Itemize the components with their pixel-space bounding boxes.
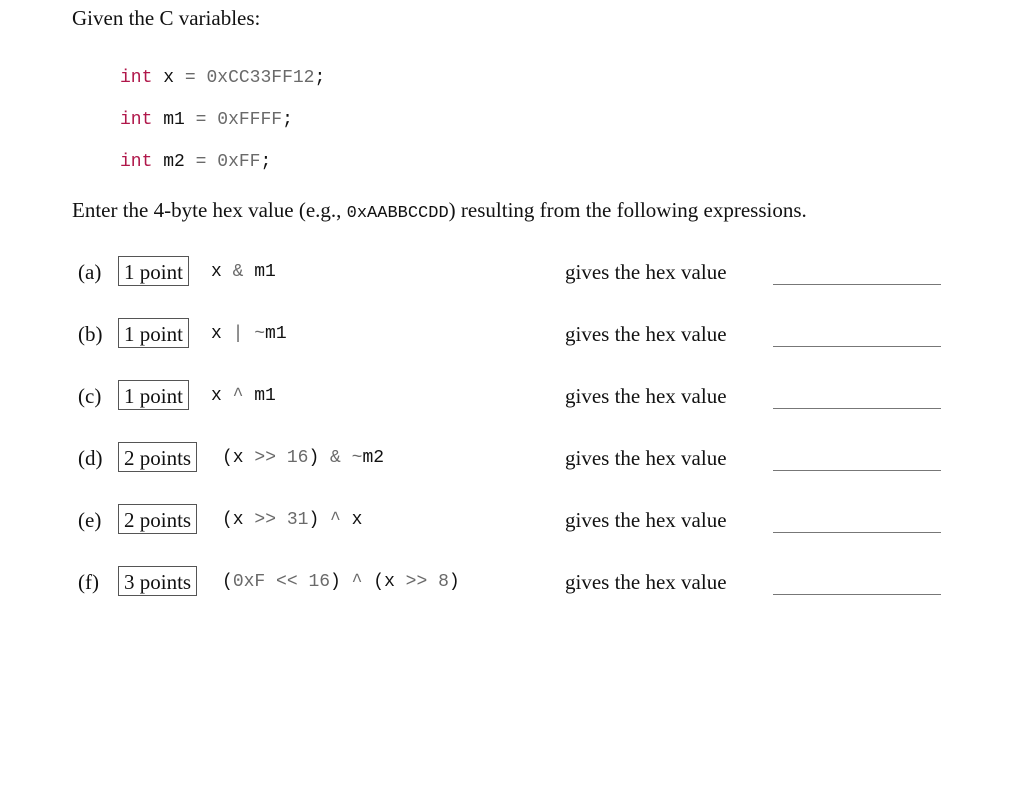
answer-input[interactable]	[773, 406, 941, 409]
decl-name: x	[163, 68, 175, 88]
expr-token: ~	[254, 324, 266, 344]
expression: x ^ m1	[211, 386, 276, 406]
decl-name: m1	[163, 110, 185, 130]
answer-input[interactable]	[773, 282, 941, 285]
expr-token: |	[221, 324, 255, 344]
expr-token: ~	[351, 448, 363, 468]
declaration-m1: int m1 = 0xFFFF;	[120, 110, 293, 130]
question-row: (b) 1 point x | ~m1 gives the hex value	[78, 318, 958, 352]
expression: (x >> 31) ^ x	[222, 510, 362, 530]
expr-token: ^	[319, 510, 352, 530]
decl-eq: =	[195, 110, 207, 130]
expr-token: <<	[265, 572, 309, 592]
expr-token: >>	[243, 448, 287, 468]
intro-text: Given the C variables:	[72, 6, 261, 30]
gives-hex-label: gives the hex value	[565, 384, 727, 408]
question-row: (f) 3 points (0xF << 16) ^ (x >> 8) gives t…	[78, 566, 958, 600]
expression: x & m1	[211, 262, 276, 282]
instructions-before: Enter the 4-byte hex value (e.g.,	[72, 198, 347, 222]
expr-token: (x	[222, 510, 244, 530]
decl-semi: ;	[282, 110, 293, 130]
expr-token: x	[211, 324, 222, 344]
points-badge: 2 points	[118, 442, 198, 472]
expr-token: &	[319, 448, 352, 468]
expr-token: m1	[265, 324, 287, 344]
expr-token: m2	[362, 448, 385, 468]
expr-token: m1	[254, 262, 276, 282]
decl-name: m2	[163, 152, 185, 172]
gives-hex-label: gives the hex value	[565, 570, 727, 594]
question-row: (d) 2 points (x >> 16) & ~m2 gives the hex …	[78, 442, 958, 476]
expr-token: 8	[438, 572, 449, 592]
decl-semi: ;	[314, 68, 326, 88]
answer-input[interactable]	[773, 592, 941, 595]
question-label: (d)	[78, 446, 103, 470]
question-label: (a)	[78, 260, 102, 284]
question-label: (f)	[78, 570, 99, 594]
gives-hex-label: gives the hex value	[565, 260, 727, 284]
expr-token: ^	[340, 572, 374, 592]
question-row: (a) 1 point x & m1 gives the hex value	[78, 256, 958, 290]
expr-token: )	[448, 572, 460, 592]
expression: (x >> 16) & ~m2	[222, 448, 384, 468]
instructions: Enter the 4-byte hex value (e.g., 0xAABB…	[72, 198, 807, 223]
decl-semi: ;	[260, 152, 272, 172]
question-label: (c)	[78, 384, 102, 408]
question-row: (c) 1 point x ^ m1 gives the hex value	[78, 380, 958, 414]
gives-hex-label: gives the hex value	[565, 446, 727, 470]
expr-token: >>	[243, 510, 287, 530]
points-badge: 1 point	[118, 380, 189, 410]
decl-type: int	[120, 110, 153, 130]
expression: (0xF << 16) ^ (x >> 8)	[222, 572, 460, 592]
expr-token: x	[211, 386, 222, 406]
expr-token: (	[222, 572, 233, 592]
decl-type: int	[120, 152, 153, 172]
expr-token: &	[221, 262, 255, 282]
expr-token: 16	[308, 572, 331, 592]
expr-token: (x	[373, 572, 395, 592]
question-label: (e)	[78, 508, 102, 532]
decl-value: 0xFFFF	[217, 110, 283, 130]
expr-token: 0xF	[232, 572, 266, 592]
expr-token: 31	[286, 510, 309, 530]
instructions-after: ) resulting from the following expressio…	[448, 198, 807, 222]
expr-token: ^	[221, 386, 255, 406]
expr-token: >>	[394, 572, 439, 592]
decl-eq: =	[184, 68, 196, 88]
expression: x | ~m1	[211, 324, 287, 344]
expr-token: x	[211, 262, 222, 282]
decl-value: 0xCC33FF12	[206, 68, 315, 88]
expr-token: 16	[286, 448, 309, 468]
expr-token: )	[308, 510, 320, 530]
gives-hex-label: gives the hex value	[565, 508, 727, 532]
decl-eq: =	[195, 152, 207, 172]
declaration-x: int x = 0xCC33FF12;	[120, 68, 325, 88]
expr-token: )	[330, 572, 341, 592]
points-badge: 1 point	[118, 318, 189, 348]
instructions-example: 0xAABBCCDD	[346, 204, 449, 223]
answer-input[interactable]	[773, 530, 941, 533]
expr-token: )	[308, 448, 320, 468]
answer-input[interactable]	[773, 468, 941, 471]
points-badge: 3 points	[118, 566, 198, 596]
question-row: (e) 2 points (x >> 31) ^ x gives the hex va…	[78, 504, 958, 538]
expr-token: x	[351, 510, 363, 530]
expr-token: m1	[254, 386, 276, 406]
decl-type: int	[120, 68, 153, 88]
gives-hex-label: gives the hex value	[565, 322, 727, 346]
expr-token: (x	[222, 448, 244, 468]
decl-value: 0xFF	[217, 152, 261, 172]
answer-input[interactable]	[773, 344, 941, 347]
points-badge: 2 points	[118, 504, 198, 534]
declaration-m2: int m2 = 0xFF;	[120, 152, 271, 172]
points-badge: 1 point	[118, 256, 189, 286]
question-label: (b)	[78, 322, 103, 346]
